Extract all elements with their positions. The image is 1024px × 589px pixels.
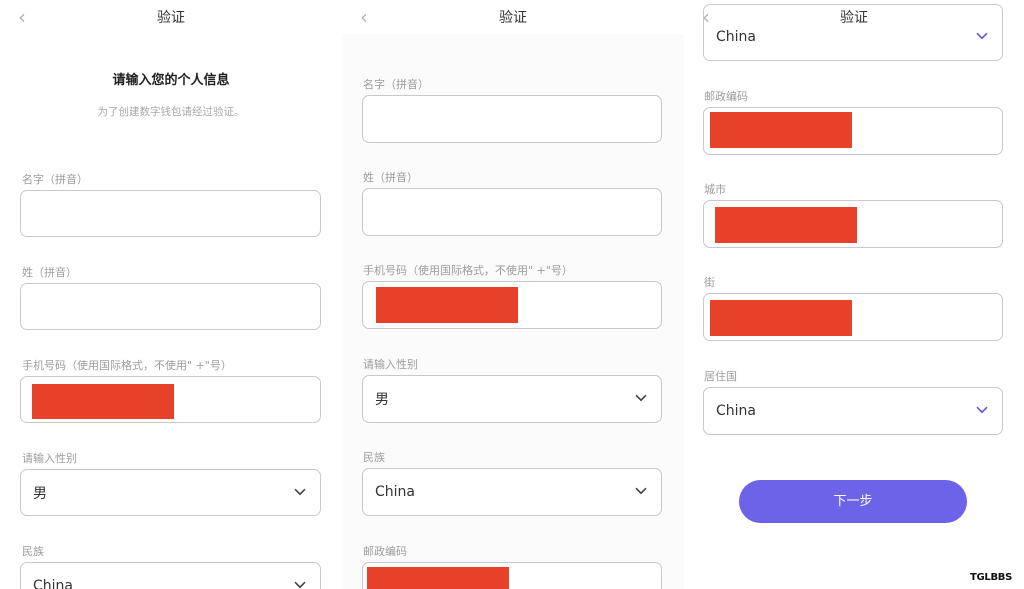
gender-value: 男	[375, 392, 389, 408]
redacted-block	[710, 300, 852, 336]
country-label: 居住国	[704, 370, 737, 383]
first-name-input[interactable]	[20, 190, 321, 237]
redacted-block	[376, 287, 518, 323]
form-subheading: 为了创建数字钱包请经过验证。	[97, 106, 245, 118]
gender-value: 男	[33, 485, 47, 502]
ethnicity-value: China	[375, 484, 415, 500]
last-name-label: 姓（拼音）	[22, 266, 77, 279]
chevron-down-icon	[976, 406, 988, 414]
top-bar: ‹ 验证	[342, 0, 684, 34]
redacted-block	[367, 567, 509, 589]
chevron-down-icon	[976, 32, 988, 40]
postal-code-input[interactable]	[362, 562, 662, 589]
gender-label: 请输入性别	[363, 358, 418, 371]
gender-select[interactable]: 男	[20, 469, 321, 516]
page-title: 验证	[499, 10, 527, 26]
panel-3: China ‹ 验证 邮政编码 城市 街 居住国 China 下一步 TGLBB…	[684, 0, 1024, 589]
first-name-label: 名字（拼音）	[363, 78, 429, 91]
top-bar: ‹ 验证	[684, 0, 1024, 28]
last-name-label: 姓（拼音）	[363, 171, 418, 184]
first-name-label: 名字（拼音）	[22, 173, 88, 186]
ethnicity-select[interactable]: China	[362, 468, 662, 516]
phone-input[interactable]	[362, 281, 662, 329]
phone-label: 手机号码（使用国际格式，不使用" +"号）	[22, 359, 232, 372]
chevron-down-icon	[635, 394, 647, 402]
ethnicity-value: China	[716, 29, 756, 45]
chevron-down-icon	[294, 581, 306, 588]
gender-label: 请输入性别	[22, 452, 77, 465]
street-input[interactable]	[703, 293, 1003, 341]
country-select[interactable]: China	[703, 387, 1003, 435]
form-heading: 请输入您的个人信息	[112, 73, 230, 88]
postal-code-label: 邮政编码	[363, 545, 407, 558]
panel-2: ‹ 验证 名字（拼音） 姓（拼音） 手机号码（使用国际格式，不使用" +"号） …	[342, 0, 684, 589]
ethnicity-label: 民族	[22, 545, 44, 558]
panel-1: ‹ 验证 请输入您的个人信息 为了创建数字钱包请经过验证。 名字（拼音） 姓（拼…	[0, 0, 342, 589]
redacted-block	[32, 384, 174, 419]
ethnicity-select[interactable]: China	[20, 562, 321, 589]
next-button[interactable]: 下一步	[739, 480, 967, 523]
ethnicity-value: China	[33, 577, 73, 589]
postal-code-input[interactable]	[703, 107, 1003, 155]
top-bar: ‹ 验证	[0, 0, 342, 34]
city-input[interactable]	[703, 200, 1003, 248]
chevron-down-icon	[635, 487, 647, 495]
street-label: 街	[704, 276, 715, 289]
phone-input[interactable]	[20, 376, 321, 423]
redacted-block	[715, 207, 857, 243]
city-label: 城市	[704, 183, 726, 196]
ethnicity-label: 民族	[363, 451, 385, 464]
phone-label: 手机号码（使用国际格式，不使用" +"号）	[363, 264, 573, 277]
chevron-down-icon	[294, 488, 306, 495]
country-value: China	[716, 403, 756, 419]
page-title: 验证	[157, 10, 185, 26]
first-name-input[interactable]	[362, 95, 662, 143]
postal-code-label: 邮政编码	[704, 90, 748, 103]
redacted-block	[710, 112, 852, 148]
last-name-input[interactable]	[362, 188, 662, 236]
watermark-logo: TGLBBS	[970, 572, 1012, 583]
gender-select[interactable]: 男	[362, 375, 662, 423]
last-name-input[interactable]	[20, 283, 321, 330]
watermark-text: TGLBBS	[969, 572, 1012, 583]
page-title: 验证	[840, 10, 868, 26]
